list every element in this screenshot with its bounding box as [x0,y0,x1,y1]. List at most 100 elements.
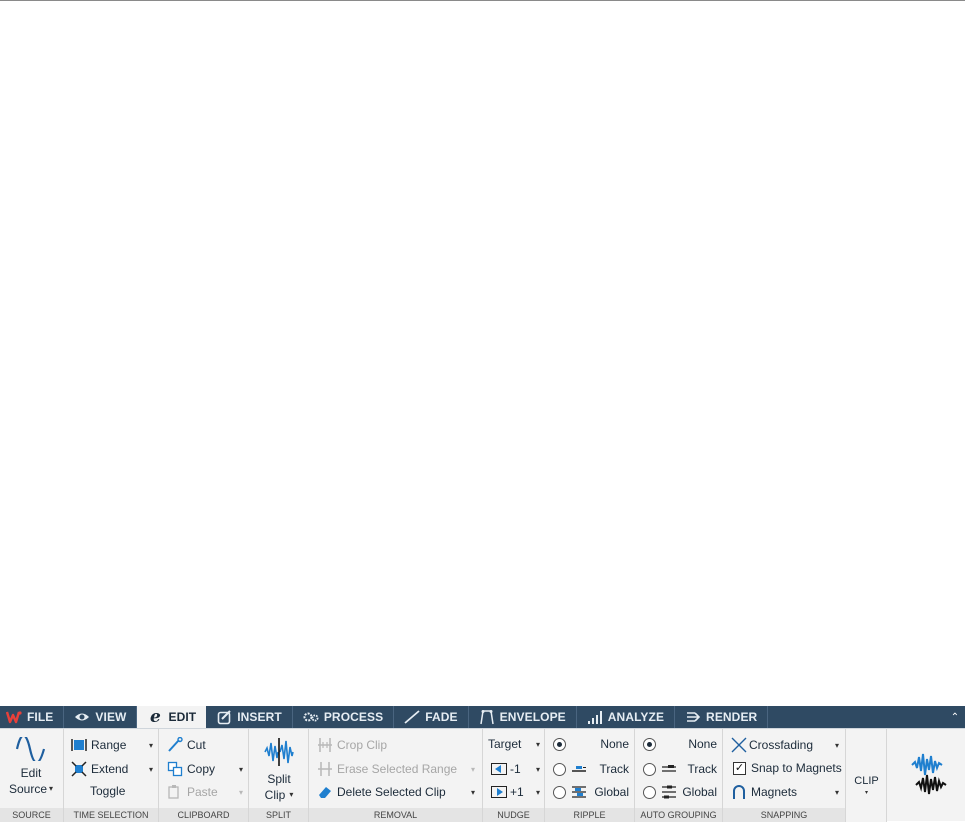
grouping-track-icon [661,761,677,777]
snap-to-magnets-label: Snap to Magnets [751,761,842,775]
copy-label: Copy [187,762,216,776]
snap-to-magnets-checkbox[interactable]: ✓ Snap to Magnets [733,761,842,775]
group-source: Edit Source ▾ SOURCE [0,729,64,822]
range-label: Range [91,738,127,752]
toggle-label: Toggle [90,784,126,798]
extend-button[interactable]: Extend ▾ [71,761,153,777]
grouping-global-radio[interactable]: Global [643,784,717,800]
split-line1: Split [267,772,291,786]
dropdown-arrow-icon: ▾ [470,764,475,774]
radio-unselected [553,785,566,799]
nudge-minus-label: -1 [510,762,521,776]
nudge-plus-label: +1 [510,785,524,799]
copy-button[interactable]: Copy ▾ [167,761,243,777]
copy-icon [167,761,183,777]
erase-range-button[interactable]: Erase Selected Range ▾ [317,761,475,777]
target-dropdown[interactable]: Target ▾ [488,737,540,751]
tab-insert[interactable]: INSERT [206,706,293,728]
tab-label: VIEW [95,710,127,724]
group-clip: CLIP ▾ [846,729,887,822]
group-label: SOURCE [0,808,63,822]
tab-analyze[interactable]: ANALYZE [577,706,676,728]
group-split: Split Clip ▾ SPLIT [249,729,309,822]
paste-icon [167,784,183,800]
delete-label: Delete Selected Clip [337,785,446,799]
edit-source-button[interactable]: Edit Source ▾ [6,734,56,797]
group-label: SPLIT [249,808,308,822]
tab-edit[interactable]: e EDIT [137,706,207,728]
delete-clip-button[interactable]: Delete Selected Clip ▾ [317,784,475,800]
ribbon-panel: Edit Source ▾ SOURCE Range ▾ Extend ▾ Tog… [0,728,965,822]
cut-button[interactable]: Cut [167,737,206,753]
grouping-none-radio[interactable]: None [643,737,717,751]
edit-source-line1: Edit [20,766,42,780]
tab-process[interactable]: PROCESS [293,706,395,728]
dropdown-arrow-icon: ▾ [864,790,868,796]
dropdown-arrow-icon: ▾ [834,740,839,750]
paste-label: Paste [187,785,218,799]
group-clipboard: Cut Copy ▾ Paste ▾ CLIPBOARD [159,729,249,822]
tab-view[interactable]: VIEW [64,706,138,728]
grouping-track-label: Track [687,762,717,776]
clip-menu-button[interactable]: CLIP ▾ [846,775,887,799]
dropdown-arrow-icon: ▾ [834,787,839,797]
group-time-selection: Range ▾ Extend ▾ Toggle TIME SELECTION [64,729,159,822]
range-button[interactable]: Range ▾ [71,737,153,753]
toggle-button[interactable]: Toggle [90,784,125,798]
radio-selected [553,737,566,751]
group-auto-grouping: None Track Global AUTO GROUPING [635,729,723,822]
workspace-canvas[interactable] [0,1,965,706]
group-label: NUDGE [483,808,544,822]
group-nudge: Target ▾ -1 ▾ +1 ▾ NUDGE [483,729,545,822]
ripple-none-radio[interactable]: None [553,737,629,751]
target-label: Target [488,737,522,751]
wavelab-logo-icon [6,709,22,725]
nudge-minus-button[interactable]: -1 ▾ [491,761,540,777]
crop-clip-button[interactable]: Crop Clip [317,737,387,753]
crop-label: Crop Clip [337,738,388,752]
collapse-ribbon-button[interactable]: ⌃ [945,706,965,728]
tab-envelope[interactable]: ENVELOPE [469,706,577,728]
erase-label: Erase Selected Range [337,762,458,776]
tab-file[interactable]: FILE [0,706,65,728]
ribbon-tab-bar: FILE VIEW e EDIT INSERT PROCESS FADE ENV… [0,706,965,728]
tab-label: ENVELOPE [499,710,566,724]
tab-label: EDIT [168,710,197,724]
split-clip-button[interactable]: Split Clip ▾ [255,737,303,803]
radio-unselected [643,762,656,776]
group-label: AUTO GROUPING [635,808,722,822]
ripple-track-icon [571,761,587,777]
tab-label: RENDER [706,710,758,724]
grouping-track-radio[interactable]: Track [643,761,717,777]
dropdown-arrow-icon: ▾ [148,764,153,774]
cut-icon [167,737,183,753]
crossfading-button[interactable]: Crossfading ▾ [731,737,839,753]
group-snapping: Crossfading ▾ ✓ Snap to Magnets Magnets … [723,729,846,822]
dropdown-arrow-icon: ▾ [49,784,54,793]
tab-label: INSERT [237,710,282,724]
eraser-icon [317,784,333,800]
tab-render[interactable]: RENDER [675,706,769,728]
cut-label: Cut [187,738,206,752]
ripple-global-icon [571,784,587,800]
group-label: CLIPBOARD [159,808,248,822]
ripple-global-radio[interactable]: Global [553,784,629,800]
nudge-plus-button[interactable]: +1 ▾ [491,784,540,800]
tab-label: ANALYZE [607,710,665,724]
dropdown-arrow-icon: ▾ [535,764,540,774]
eye-icon [74,709,90,725]
tab-fade[interactable]: FADE [394,706,469,728]
split-waveform-icon [263,737,295,771]
envelope-icon [479,709,495,725]
app-logo-area [887,729,965,822]
dropdown-arrow-icon: ▾ [238,764,243,774]
group-removal: Crop Clip Erase Selected Range ▾ Delete … [309,729,483,822]
checkbox-checked: ✓ [733,761,746,775]
crop-icon [317,737,333,753]
magnets-label: Magnets [751,785,798,799]
magnets-button[interactable]: Magnets ▾ [731,784,839,800]
radio-unselected [643,785,656,799]
tab-label: FILE [27,710,54,724]
paste-button[interactable]: Paste ▾ [167,784,243,800]
ripple-track-radio[interactable]: Track [553,761,629,777]
